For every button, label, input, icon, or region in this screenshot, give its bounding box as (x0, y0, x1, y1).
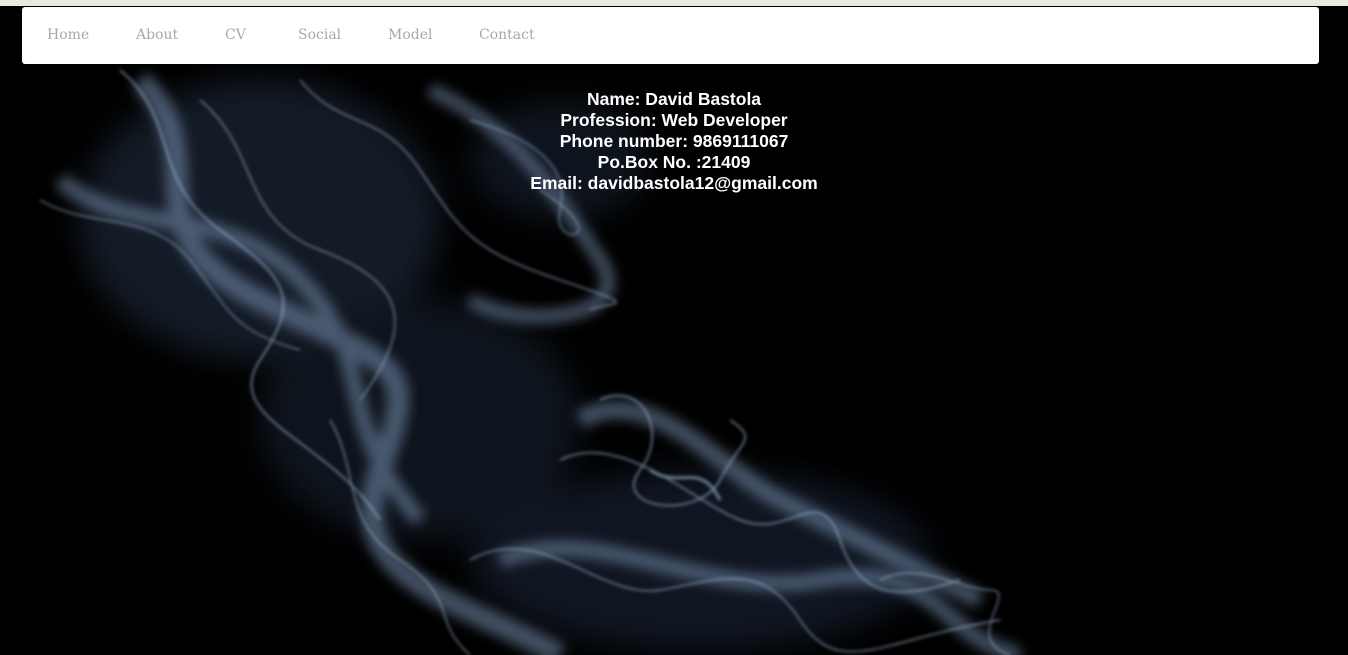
profession-text: Profession: Web Developer (560, 110, 788, 130)
nav-social-link[interactable]: Social (298, 27, 341, 43)
nav-home-link[interactable]: Home (47, 27, 89, 43)
nav-model-link[interactable]: Model (388, 27, 433, 43)
nav-cv-link[interactable]: CV (225, 27, 246, 43)
pobox-text: Po.Box No. :21409 (597, 152, 751, 172)
contact-info-block: Name: David Bastola Profession: Web Deve… (0, 89, 1348, 194)
name-text: Name: David Bastola (586, 89, 762, 109)
nav-contact-link[interactable]: Contact (479, 27, 535, 43)
phone-number-text: Phone number: 9869111067 (559, 131, 789, 151)
email-text: Email: davidbastola12@gmail.com (530, 173, 818, 193)
page: Home About CV Social Model Contact Name:… (0, 0, 1348, 655)
top-navbar: Home About CV Social Model Contact (22, 7, 1319, 64)
nav-about-link[interactable]: About (136, 27, 178, 43)
